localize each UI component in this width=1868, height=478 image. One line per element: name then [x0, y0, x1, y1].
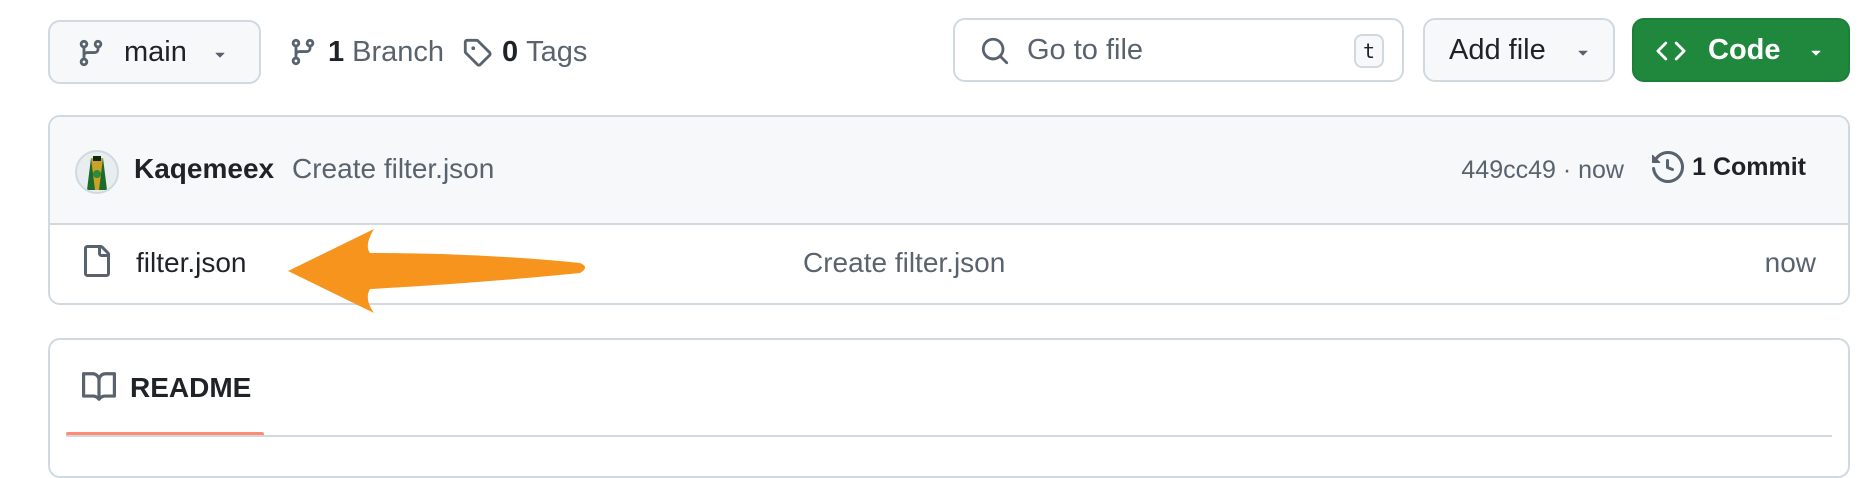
- tab-readme[interactable]: README: [66, 340, 264, 436]
- search-placeholder: Go to file: [1027, 33, 1144, 66]
- commits-count-label: 1 Commit: [1692, 152, 1806, 181]
- tag-icon: [463, 38, 492, 67]
- search-shortcut-key: t: [1354, 34, 1384, 68]
- code-button[interactable]: Code: [1632, 18, 1850, 82]
- file-commit-time: now: [1764, 247, 1816, 278]
- commit-hash-time[interactable]: 449cc49 · now: [1461, 156, 1624, 185]
- code-label: Code: [1708, 33, 1781, 66]
- commit-message[interactable]: Create filter.json: [292, 153, 494, 185]
- book-icon: [82, 372, 116, 401]
- chevron-down-icon: [1811, 50, 1821, 56]
- add-file-label: Add file: [1449, 33, 1546, 66]
- go-to-file-input[interactable]: Go to file t: [953, 18, 1404, 82]
- tag-count: 0: [502, 35, 519, 68]
- branch-selector-button[interactable]: main: [48, 20, 261, 84]
- readme-tab-label: README: [130, 372, 252, 403]
- branch-count: 1: [328, 35, 345, 68]
- commit-author[interactable]: Kaqemeex: [134, 153, 274, 185]
- avatar[interactable]: [75, 150, 119, 194]
- readme-tab-divider: [66, 435, 1832, 437]
- latest-commit-header: Kaqemeex Create filter.json 449cc49 · no…: [50, 117, 1848, 225]
- git-branch-icon: [79, 39, 103, 67]
- chevron-down-icon: [215, 52, 225, 58]
- commits-link[interactable]: 1 Commit: [1652, 151, 1806, 183]
- file-icon: [84, 245, 110, 277]
- tags-link[interactable]: 0 Tags: [462, 20, 587, 84]
- chevron-down-icon: [1578, 50, 1588, 56]
- annotation-arrow: [288, 229, 585, 313]
- branch-label: Branch: [352, 35, 445, 68]
- branch-name: main: [124, 35, 187, 68]
- readme-box: README: [48, 338, 1850, 478]
- code-icon: [1656, 41, 1686, 61]
- tag-label: Tags: [526, 35, 588, 68]
- history-icon: [1652, 151, 1685, 183]
- add-file-button[interactable]: Add file: [1423, 18, 1615, 82]
- search-icon: [981, 37, 1009, 65]
- git-branch-icon: [291, 38, 315, 66]
- branches-link[interactable]: 1 Branch: [288, 20, 444, 84]
- file-name-link[interactable]: filter.json: [136, 247, 247, 279]
- avatar-image: [87, 156, 107, 190]
- file-commit-message[interactable]: Create filter.json: [803, 247, 1005, 279]
